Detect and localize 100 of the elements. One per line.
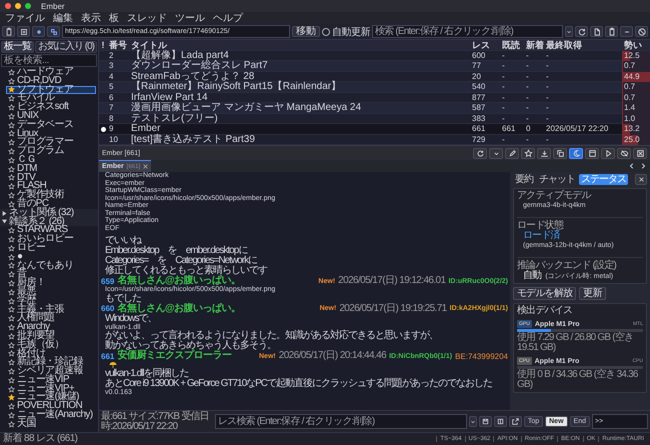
star-icon[interactable] [8, 403, 15, 410]
thread-row[interactable]: 5 【Rainmeter】RainySoft Part15【Rainlendar】 540 - - - 0.7 [99, 82, 650, 92]
thread-row[interactable]: 2 【超解像】Lada part4 600 - - - 12.5 [99, 50, 650, 61]
close-button[interactable] [635, 174, 647, 185]
thread-row[interactable]: 7 漫画用画像ビューア マンガミーヤ MangaMeeya 24 587 - - - 1.4 [99, 103, 650, 114]
close-box-button[interactable] [633, 148, 647, 158]
star-icon[interactable] [8, 315, 15, 322]
window-button[interactable] [585, 148, 599, 158]
be-id[interactable]: BE:743999204 [455, 352, 508, 360]
thread-row[interactable]: 8 テストスレ(フリー) 383 - - - 1.0 [99, 114, 650, 124]
star-icon[interactable] [8, 350, 15, 358]
menu-item[interactable]: ツール [175, 12, 205, 24]
column-header[interactable]: 番号 [107, 40, 129, 50]
menu-item[interactable]: スレッド [127, 12, 167, 24]
board-search-field[interactable]: 板を検索... [1, 54, 97, 67]
clipboard-button[interactable] [2, 26, 15, 37]
post-number[interactable]: 661 [101, 352, 114, 360]
thread-row[interactable]: 10 [test]書き込みテスト Part39 729 - - - 25.0 [99, 134, 650, 145]
star-icon[interactable] [8, 200, 15, 208]
star-button[interactable] [521, 148, 535, 158]
star-icon[interactable] [8, 280, 15, 288]
minus-button[interactable] [620, 26, 633, 37]
menu-item[interactable]: 表示 [81, 12, 101, 24]
go-button[interactable]: 移動 [292, 26, 320, 37]
post-number[interactable]: 660 [101, 304, 114, 313]
pencil-button[interactable] [505, 148, 519, 158]
star-icon[interactable] [8, 254, 15, 261]
menu-item[interactable]: ヘルプ [213, 12, 243, 24]
star-icon[interactable] [8, 112, 15, 120]
star-icon[interactable] [8, 139, 15, 146]
star-icon[interactable] [8, 386, 15, 393]
panel-tab[interactable]: チャット [537, 174, 577, 185]
star-icon[interactable] [8, 192, 15, 200]
star-icon[interactable] [8, 174, 15, 182]
chevron-right-icon[interactable] [640, 163, 646, 169]
board-item[interactable]: シベリア超速報 [0, 367, 98, 376]
star-icon[interactable] [8, 122, 15, 129]
close-window-button[interactable] [5, 3, 11, 9]
star-icon[interactable] [8, 68, 15, 76]
caret-button[interactable] [489, 148, 503, 158]
star-icon[interactable] [8, 148, 15, 156]
star-icon[interactable] [8, 324, 15, 331]
eye-slash-button[interactable] [617, 148, 631, 158]
board-item[interactable]: ハードウェア [0, 68, 98, 77]
star-icon[interactable] [8, 394, 15, 402]
star-icon[interactable] [8, 376, 15, 384]
close-icon[interactable] [143, 164, 148, 169]
board-item[interactable]: UNIX [0, 112, 98, 121]
minimize-window-button[interactable] [15, 3, 21, 9]
grid-button[interactable] [47, 26, 60, 37]
star-icon[interactable] [8, 104, 15, 112]
copy-button[interactable] [553, 148, 567, 158]
star-icon[interactable] [8, 342, 15, 349]
star-icon[interactable] [8, 244, 15, 252]
column-header[interactable]: 最終取得 [544, 40, 622, 50]
post-number[interactable]: 659 [101, 276, 114, 286]
dropdown-button[interactable] [468, 416, 477, 427]
star-icon[interactable] [8, 368, 15, 375]
star-icon[interactable] [8, 412, 15, 419]
column-header[interactable]: ! [99, 40, 107, 50]
menu-item[interactable]: 編集 [53, 12, 73, 24]
column-header[interactable]: 既読 [500, 40, 524, 50]
board-item[interactable]: プログラム [0, 147, 98, 156]
star-icon[interactable] [8, 86, 15, 94]
save-button[interactable] [478, 416, 492, 427]
star-icon[interactable] [8, 183, 15, 190]
refresh-button[interactable] [473, 148, 487, 158]
search-field[interactable]: 検索 (Enter:保存 / 右クリック:削除) [372, 25, 563, 38]
star-icon[interactable] [8, 130, 15, 138]
star-icon[interactable] [8, 420, 15, 428]
refresh-button[interactable] [575, 26, 588, 37]
star-icon[interactable] [8, 306, 15, 314]
expander-icon[interactable] [2, 210, 7, 216]
play-button[interactable] [601, 148, 615, 158]
board-item[interactable]: 天国 [0, 420, 98, 429]
panel-button[interactable]: モデルを解放 [513, 287, 576, 300]
board-item[interactable]: 毛族（仮） [0, 340, 98, 350]
menu-item[interactable]: ファイル [5, 12, 45, 24]
board-item[interactable]: ニュー速(嫌儲) [0, 393, 98, 402]
star-icon[interactable] [8, 262, 15, 270]
star-icon[interactable] [8, 236, 15, 244]
post-search-field[interactable]: レス検索 (Enter:保存 / 右クリック:削除) [215, 414, 467, 429]
board-item[interactable]: DTV [0, 174, 98, 182]
zoom-window-button[interactable] [25, 3, 31, 9]
ban-button[interactable] [635, 26, 648, 37]
thread-row[interactable]: 3 ダウンローダー総合スレ Part7 77 - - - 0.7 [99, 61, 650, 72]
clipboard-button[interactable] [605, 26, 618, 37]
thread-row[interactable]: 9 Ember 661 661 0 2026/05/17 22:20 13.2 [99, 124, 650, 134]
list-button[interactable] [17, 26, 30, 37]
download-button[interactable] [537, 148, 551, 158]
board-item[interactable]: おいらロビー [0, 235, 98, 244]
panel-tab[interactable]: 要約 [513, 174, 535, 185]
board-item[interactable]: ビジネスsoft [0, 103, 98, 112]
board-item[interactable]: DTM [0, 164, 98, 174]
chevron-left-icon[interactable] [629, 163, 635, 169]
auto-refresh-radio[interactable] [322, 28, 330, 36]
sidebar-tab[interactable]: お気に入り (0) [35, 41, 97, 53]
board-item[interactable]: データベース [0, 120, 98, 130]
star-icon[interactable] [8, 95, 15, 102]
document-button[interactable] [590, 26, 603, 37]
